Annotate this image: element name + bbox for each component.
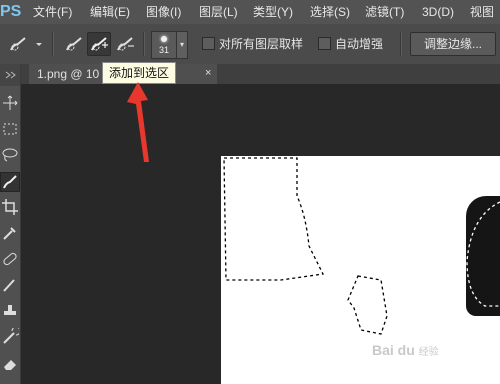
eyedropper-icon — [3, 227, 16, 240]
lasso-tool[interactable] — [1, 146, 19, 164]
move-tool[interactable] — [1, 94, 19, 112]
clone-stamp-tool[interactable] — [1, 302, 19, 320]
lasso-icon — [2, 148, 18, 162]
sample-all-layers-checkbox[interactable] — [202, 37, 215, 50]
auto-enhance-checkbox[interactable] — [318, 37, 331, 50]
menu-image[interactable]: 图像(I) — [146, 0, 181, 24]
subtract-from-selection-brush-icon — [117, 37, 134, 51]
separator — [52, 32, 54, 56]
subtract-from-selection-button[interactable] — [113, 32, 137, 56]
crop-tool[interactable] — [1, 198, 19, 216]
watermark-sub: 经验 — [418, 347, 439, 358]
healing-brush-tool[interactable] — [1, 250, 19, 268]
sample-all-layers-label: 对所有图层取样 — [219, 37, 304, 51]
document-tab-title: 1.png @ 10 — [37, 67, 100, 81]
add-to-selection-brush-icon — [91, 37, 108, 51]
menu-file[interactable]: 文件(F) — [33, 0, 72, 24]
move-icon — [3, 95, 18, 110]
tool-preset-picker[interactable] — [6, 32, 46, 56]
history-brush-icon — [3, 326, 21, 344]
baidu-watermark: Bai du 经验 — [372, 342, 439, 358]
menu-select[interactable]: 选择(S) — [310, 0, 350, 24]
collapse-arrows-icon — [5, 71, 16, 79]
menu-filter[interactable]: 滤镜(T) — [365, 0, 404, 24]
eraser-tool[interactable] — [1, 354, 19, 372]
add-to-selection-button[interactable] — [87, 32, 111, 56]
history-brush-tool[interactable] — [1, 326, 21, 346]
stamp-icon — [4, 305, 16, 315]
brush-tip-icon — [161, 36, 167, 42]
brush-picker-dropdown[interactable]: ▾ — [176, 31, 188, 59]
bandage-icon — [3, 252, 17, 266]
close-icon[interactable]: × — [205, 67, 211, 79]
menu-type[interactable]: 类型(Y) — [253, 0, 293, 24]
separator — [143, 32, 145, 56]
refine-edge-button[interactable]: 调整边缘... — [410, 32, 496, 56]
quick-selection-tool[interactable] — [0, 172, 20, 192]
auto-enhance-label: 自动增强 — [335, 37, 384, 51]
quick-selection-brush-icon — [10, 37, 42, 51]
tools-panel — [0, 64, 21, 384]
selection-outlines — [223, 157, 500, 335]
new-selection-button[interactable] — [62, 32, 86, 56]
menu-edit[interactable]: 编辑(E) — [90, 0, 130, 24]
chevron-down-icon: ▾ — [179, 40, 184, 49]
document-canvas[interactable] — [221, 156, 500, 384]
options-bar: 31 ▾ 对所有图层取样 自动增强 调整边缘... — [0, 24, 500, 65]
marquee-tool[interactable] — [1, 120, 19, 138]
quick-selection-icon — [3, 175, 17, 189]
tooltip-add-to-selection: 添加到选区 — [102, 62, 177, 84]
selection-marquee-portrait — [466, 201, 500, 307]
menu-bar: PS 文件(F) 编辑(E) 图像(I) 图层(L) 类型(Y) 选择(S) 滤… — [0, 0, 500, 24]
menu-3d[interactable]: 3D(D) — [422, 0, 454, 24]
panel-grip[interactable] — [0, 64, 20, 86]
new-selection-brush-icon — [66, 37, 82, 51]
selection-marquee-small — [347, 275, 388, 335]
eraser-icon — [4, 360, 16, 370]
brush-size-value: 31 — [158, 45, 169, 55]
brush-tool[interactable] — [1, 276, 19, 294]
menu-layer[interactable]: 图层(L) — [199, 0, 238, 24]
rectangular-marquee-icon — [3, 123, 17, 135]
selection-marquee-large — [223, 157, 324, 281]
brush-icon — [3, 279, 15, 292]
separator — [400, 32, 402, 56]
brush-size-picker[interactable]: 31 — [151, 31, 177, 59]
crop-icon — [2, 199, 18, 215]
document-tab-bar: 1.png @ 10 × — [21, 64, 500, 84]
eyedropper-tool[interactable] — [1, 224, 19, 242]
menu-view[interactable]: 视图 — [470, 0, 494, 24]
watermark-brand: Bai du — [372, 342, 415, 358]
photoshop-logo: PS — [0, 3, 22, 20]
